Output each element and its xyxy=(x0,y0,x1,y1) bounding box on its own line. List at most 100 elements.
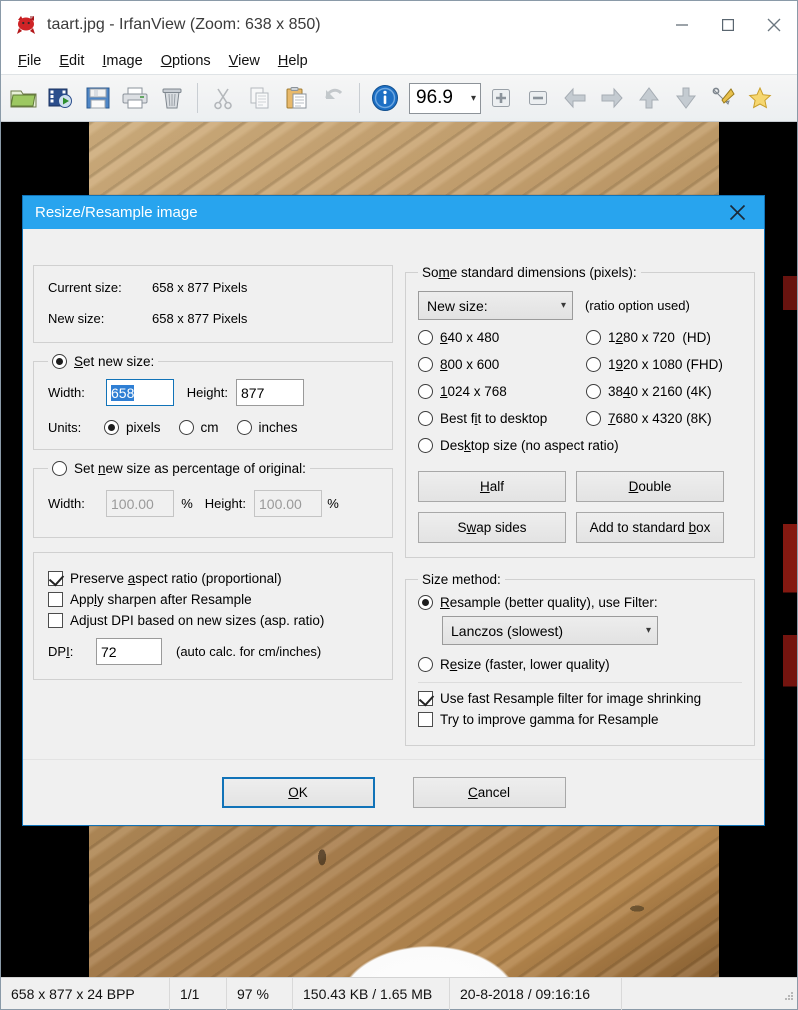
previous-icon[interactable] xyxy=(558,79,592,117)
cancel-button[interactable]: Cancel xyxy=(412,777,566,808)
new-size-inputs-row: Width: 658 Height: 877 xyxy=(48,379,378,406)
double-button[interactable]: Double xyxy=(576,471,724,502)
toolbar-separator xyxy=(197,83,198,113)
adjust-dpi-option[interactable]: Adjust DPI based on new sizes (asp. rati… xyxy=(48,613,378,628)
undo-icon[interactable] xyxy=(317,79,351,117)
minimize-icon[interactable] xyxy=(659,1,705,48)
percent-width-input[interactable]: 100.00 xyxy=(106,490,174,517)
ok-button[interactable]: OK xyxy=(221,777,375,808)
menu-edit[interactable]: Edit xyxy=(50,51,93,71)
radio-best-fit-option[interactable]: Best fit to desktop xyxy=(418,411,586,426)
menubar: FFileile Edit Image Options View Help xyxy=(1,48,797,74)
radio-800x600[interactable] xyxy=(418,357,433,372)
resize-grip-icon[interactable] xyxy=(782,988,794,1000)
adjust-dpi-checkbox[interactable] xyxy=(48,613,63,628)
radio-3840x2160[interactable] xyxy=(586,384,601,399)
menu-help[interactable]: Help xyxy=(269,51,317,71)
radio-1024x768[interactable] xyxy=(418,384,433,399)
fast-resample-filter-checkbox[interactable] xyxy=(418,691,433,706)
radio-desktop-size[interactable] xyxy=(418,438,433,453)
height-input[interactable]: 877 xyxy=(236,379,304,406)
radio-1024x768-label: 1024 x 768 xyxy=(440,384,507,399)
resize-radio[interactable] xyxy=(418,657,433,672)
maximize-icon[interactable] xyxy=(705,1,751,48)
last-icon[interactable] xyxy=(669,79,703,117)
standard-action-buttons: Half Double Swap sides Add to standard b… xyxy=(418,471,742,543)
standard-size-select[interactable]: New size: ▾ xyxy=(418,291,573,320)
size-method-legend: Size method: xyxy=(422,572,501,587)
percent-height-input[interactable]: 100.00 xyxy=(254,490,322,517)
dialog-footer: OK Cancel xyxy=(23,759,764,825)
menu-options[interactable]: Options xyxy=(152,51,220,71)
units-pixels-option[interactable]: pixels xyxy=(104,420,161,435)
settings-icon[interactable] xyxy=(706,79,740,117)
radio-1920x1080[interactable] xyxy=(586,357,601,372)
apply-sharpen-checkbox[interactable] xyxy=(48,592,63,607)
info-icon[interactable] xyxy=(368,79,402,117)
units-cm-radio[interactable] xyxy=(178,420,194,435)
set-new-size-legend[interactable]: Set new size: xyxy=(48,354,158,369)
preserve-aspect-checkbox[interactable] xyxy=(48,571,63,586)
radio-desktop-size-option[interactable]: Desktop size (no aspect ratio) xyxy=(418,438,742,453)
radio-1280x720[interactable] xyxy=(586,330,601,345)
preserve-aspect-option[interactable]: Preserve aspect ratio (proportional) xyxy=(48,571,378,586)
radio-7680x4320[interactable] xyxy=(586,411,601,426)
close-icon[interactable] xyxy=(751,1,797,48)
radio-7680x4320-option[interactable]: 7680 x 4320 (8K) xyxy=(586,411,742,426)
dialog-close-icon[interactable] xyxy=(720,196,754,229)
units-pixels-radio[interactable] xyxy=(104,420,119,435)
chevron-down-icon[interactable]: ▾ xyxy=(471,93,476,104)
units-inches-radio[interactable] xyxy=(236,420,252,435)
improve-gamma-checkbox[interactable] xyxy=(418,712,433,727)
dialog-left-column: Current size: 658 x 877 Pixels New size:… xyxy=(33,265,393,680)
chevron-down-icon[interactable]: ▾ xyxy=(646,625,651,636)
radio-3840x2160-option[interactable]: 3840 x 2160 (4K) xyxy=(586,384,742,399)
paste-icon[interactable] xyxy=(280,79,314,117)
set-percentage-legend[interactable]: Set new size as percentage of original: xyxy=(48,461,310,476)
dpi-input[interactable]: 72 xyxy=(96,638,162,665)
half-button[interactable]: Half xyxy=(418,471,566,502)
resize-option[interactable]: Resize (faster, lower quality) xyxy=(418,657,742,672)
resample-filter-select[interactable]: Lanczos (slowest) ▾ xyxy=(442,616,658,645)
favorites-icon[interactable] xyxy=(743,79,777,117)
radio-640x480[interactable] xyxy=(418,330,433,345)
zoom-out-icon[interactable] xyxy=(521,79,555,117)
chevron-down-icon[interactable]: ▾ xyxy=(561,300,566,311)
zoom-combo[interactable]: 96.9 ▾ xyxy=(409,82,481,114)
radio-best-fit-to-desktop[interactable] xyxy=(418,411,433,426)
set-percentage-radio[interactable] xyxy=(52,461,67,476)
set-new-size-radio[interactable] xyxy=(52,354,67,369)
copy-icon[interactable] xyxy=(243,79,277,117)
first-icon[interactable] xyxy=(632,79,666,117)
fast-resample-filter-option[interactable]: Use fast Resample filter for image shrin… xyxy=(418,691,742,706)
radio-640x480-option[interactable]: 640 x 480 xyxy=(418,330,586,345)
new-size-row: New size: 658 x 877 Pixels xyxy=(48,311,378,326)
radio-1280x720-option[interactable]: 1280 x 720 (HD) xyxy=(586,330,742,345)
width-input[interactable]: 658 xyxy=(106,379,174,406)
resample-radio[interactable] xyxy=(418,595,433,610)
menu-file[interactable]: FFileile xyxy=(9,51,50,71)
menu-image[interactable]: Image xyxy=(93,51,151,71)
swap-sides-button[interactable]: Swap sides xyxy=(418,512,566,543)
cut-icon[interactable] xyxy=(206,79,240,117)
radio-800x600-option[interactable]: 800 x 600 xyxy=(418,357,586,372)
open-icon[interactable] xyxy=(7,79,41,117)
save-icon[interactable] xyxy=(81,79,115,117)
zoom-in-icon[interactable] xyxy=(484,79,518,117)
next-icon[interactable] xyxy=(595,79,629,117)
menu-view[interactable]: View xyxy=(220,51,269,71)
delete-icon[interactable] xyxy=(155,79,189,117)
resample-option[interactable]: Resample (better quality), use Filter: xyxy=(418,595,742,610)
slideshow-icon[interactable] xyxy=(44,79,78,117)
units-cm-option[interactable]: cm xyxy=(178,420,219,435)
toolbar: 96.9 ▾ xyxy=(1,74,797,122)
radio-1920x1080-option[interactable]: 1920 x 1080 (FHD) xyxy=(586,357,742,372)
print-icon[interactable] xyxy=(118,79,152,117)
apply-sharpen-option[interactable]: Apply sharpen after Resample xyxy=(48,592,378,607)
add-to-standard-box-button[interactable]: Add to standard box xyxy=(576,512,724,543)
standard-dimensions-group: Some standard dimensions (pixels): New s… xyxy=(405,265,755,558)
improve-gamma-option[interactable]: Try to improve gamma for Resample xyxy=(418,712,742,727)
standard-dimensions-legend: Some standard dimensions (pixels): xyxy=(422,265,637,280)
units-inches-option[interactable]: inches xyxy=(236,420,298,435)
radio-1024x768-option[interactable]: 1024 x 768 xyxy=(418,384,586,399)
